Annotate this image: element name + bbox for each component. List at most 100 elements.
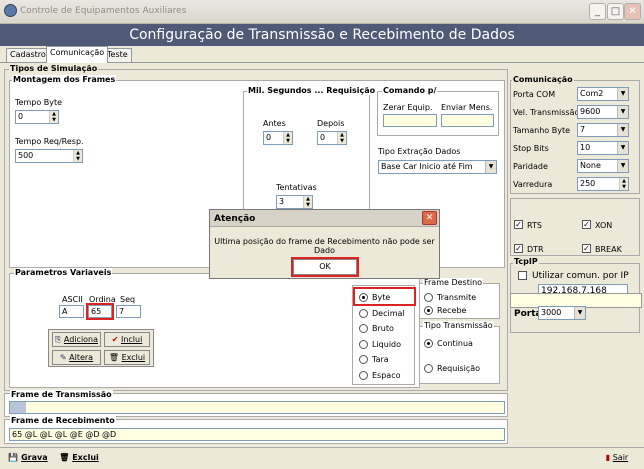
requisicao-radio[interactable] xyxy=(424,364,433,373)
xon-label: XON xyxy=(595,221,613,230)
stop-select[interactable]: 10 ▼ xyxy=(577,141,629,155)
recebe-label: Recebe xyxy=(437,306,467,315)
utilizar-ip-label: Utilizar comun. por IP xyxy=(532,271,629,281)
enviar-input[interactable] xyxy=(441,114,494,127)
comunicacao-title: Comunicação xyxy=(512,75,574,84)
frame-recebimento-input[interactable]: 65 @L @L @L @E @D @D xyxy=(9,428,505,441)
tara-radio[interactable] xyxy=(359,355,368,364)
espaco-radio[interactable] xyxy=(359,371,368,380)
tara-label: Tara xyxy=(372,355,389,364)
varredura-label: Varredura xyxy=(513,180,553,189)
espaco-label: Espaco xyxy=(372,371,401,380)
adiciona-button[interactable]: ⎘ Adiciona xyxy=(52,332,101,347)
antes-stepper[interactable]: 0 ▲ ▼ xyxy=(263,131,293,145)
sair-button[interactable]: ▮ Sair xyxy=(597,451,637,467)
app-icon xyxy=(4,4,17,17)
byte-label: Byte xyxy=(372,293,391,302)
tempo-byte-stepper[interactable]: 0 ▲ ▼ xyxy=(15,110,59,124)
tcp-porta-select[interactable]: 3000 ▼ xyxy=(538,306,586,320)
dialog-message: Ultima posição do frame de Recebimento n… xyxy=(214,237,435,255)
edit-icon: ✎ xyxy=(59,353,67,362)
save-icon: 💾 xyxy=(8,453,19,462)
antes-label: Antes xyxy=(263,119,286,128)
liquido-label: Liquido xyxy=(372,340,402,349)
tempo-req-label: Tempo Req/Resp. xyxy=(15,137,84,146)
ascii-input[interactable]: A xyxy=(59,305,84,318)
tentativas-stepper[interactable]: 3 ▲ ▼ xyxy=(276,195,313,209)
varredura-stepper[interactable]: 250 ▲ ▼ xyxy=(577,177,629,191)
seq-input[interactable]: 7 xyxy=(116,305,141,318)
continua-label: Continua xyxy=(437,339,473,348)
xon-checkbox[interactable]: ✓ xyxy=(582,220,591,229)
trash-icon: 🗑 xyxy=(59,453,70,462)
montagem-title: Montagem dos Frames xyxy=(12,75,117,84)
utilizar-ip-checkbox[interactable] xyxy=(518,271,527,280)
tempo-req-stepper[interactable]: 500 ▲ ▼ xyxy=(15,149,83,163)
minimize-button[interactable]: _ xyxy=(589,3,606,20)
check-icon: ✔ xyxy=(111,335,119,344)
frame-transmissao-input[interactable] xyxy=(9,401,505,414)
porta-com-label: Porta COM xyxy=(513,90,556,99)
depois-stepper[interactable]: 0 ▲ ▼ xyxy=(317,131,347,145)
rts-label: RTS xyxy=(527,221,542,230)
exit-icon: ▮ xyxy=(605,453,611,462)
exclui-footer-button[interactable]: 🗑 Exclui xyxy=(56,451,102,467)
tempo-byte-label: Tempo Byte xyxy=(15,98,63,107)
ascii-label: ASCII xyxy=(62,295,83,304)
stop-label: Stop Bits xyxy=(513,144,549,153)
window-title: Controle de Equipamentos Auxiliares xyxy=(20,6,187,16)
tipo-extracao-select[interactable]: Base Car Inicio até Fim ▼ xyxy=(378,160,497,174)
close-icon: ✕ xyxy=(425,213,434,223)
tipo-extracao-label: Tipo Extração Dados xyxy=(378,147,461,156)
altera-button[interactable]: ✎ Altera xyxy=(52,350,101,365)
ordina-input[interactable]: 65 xyxy=(86,303,114,320)
tamanho-label: Tamanho Byte xyxy=(513,126,571,135)
dtr-checkbox[interactable]: ✓ xyxy=(514,244,523,253)
dialog-titlebar: Atenção ✕ xyxy=(210,210,439,227)
bruto-radio[interactable] xyxy=(359,324,368,333)
page-banner: Configuração de Transmissão e Recebiment… xyxy=(0,24,644,46)
ok-button[interactable]: OK xyxy=(291,257,359,277)
frame-transmissao-cursor xyxy=(10,402,26,413)
tamanho-select[interactable]: 7 ▼ xyxy=(577,123,629,137)
frame-destino-title: Frame Destino xyxy=(423,278,484,287)
transmite-radio[interactable] xyxy=(424,293,433,302)
tipo-transmissao-group xyxy=(419,326,500,384)
continua-radio[interactable] xyxy=(424,339,433,348)
tipos-simulacao-title: Tipos de Simulação xyxy=(9,64,99,73)
bruto-label: Bruto xyxy=(372,324,394,333)
seq-label: Seq xyxy=(120,295,136,304)
rts-checkbox[interactable]: ✓ xyxy=(514,220,523,229)
liquido-radio[interactable] xyxy=(359,340,368,349)
dialog-title: Atenção xyxy=(214,214,256,224)
exclui-button[interactable]: 🗑 Exclui xyxy=(104,350,150,365)
zerar-input[interactable] xyxy=(383,114,437,127)
inclui-button[interactable]: ✔ Inclui xyxy=(104,332,150,347)
title-bar: Controle de Equipamentos Auxiliares _ □ … xyxy=(0,0,644,24)
decimal-label: Decimal xyxy=(372,309,405,318)
requisicao-label: Requisição xyxy=(437,364,481,373)
mil-segundos-title: Mil. Segundos ... Requisição xyxy=(247,86,377,95)
tipo-transmissao-title: Tipo Transmissão xyxy=(423,321,494,330)
ordina-label: Ordina xyxy=(89,295,116,304)
dialog-close-button[interactable]: ✕ xyxy=(422,211,437,225)
enviar-label: Enviar Mens. xyxy=(441,103,493,112)
zerar-label: Zerar Equip. xyxy=(383,103,433,112)
close-button[interactable]: ✕ xyxy=(624,3,641,20)
byte-radio[interactable] xyxy=(359,293,368,302)
tab-comunicacao[interactable]: Comunicação xyxy=(46,46,109,63)
trash-icon: 🗑 xyxy=(108,353,120,362)
tab-cadastro[interactable]: Cadastro xyxy=(6,48,50,62)
recebe-radio[interactable] xyxy=(424,306,433,315)
bottom-toolbar: 💾 Grava 🗑 Exclui ▮ Sair xyxy=(0,447,644,469)
break-checkbox[interactable]: ✓ xyxy=(582,244,591,253)
paridade-select[interactable]: None ▼ xyxy=(577,159,629,173)
paridade-label: Paridade xyxy=(513,162,548,171)
maximize-button[interactable]: □ xyxy=(607,3,624,20)
frame-recebimento-title: Frame de Recebimento xyxy=(10,416,116,425)
decimal-radio[interactable] xyxy=(359,309,368,318)
vel-select[interactable]: 9600 ▼ xyxy=(577,105,629,119)
porta-com-select[interactable]: Com2 ▼ xyxy=(577,87,629,101)
grava-button[interactable]: 💾 Grava xyxy=(4,451,52,467)
vel-label: Vel. Transmissão xyxy=(513,108,580,117)
